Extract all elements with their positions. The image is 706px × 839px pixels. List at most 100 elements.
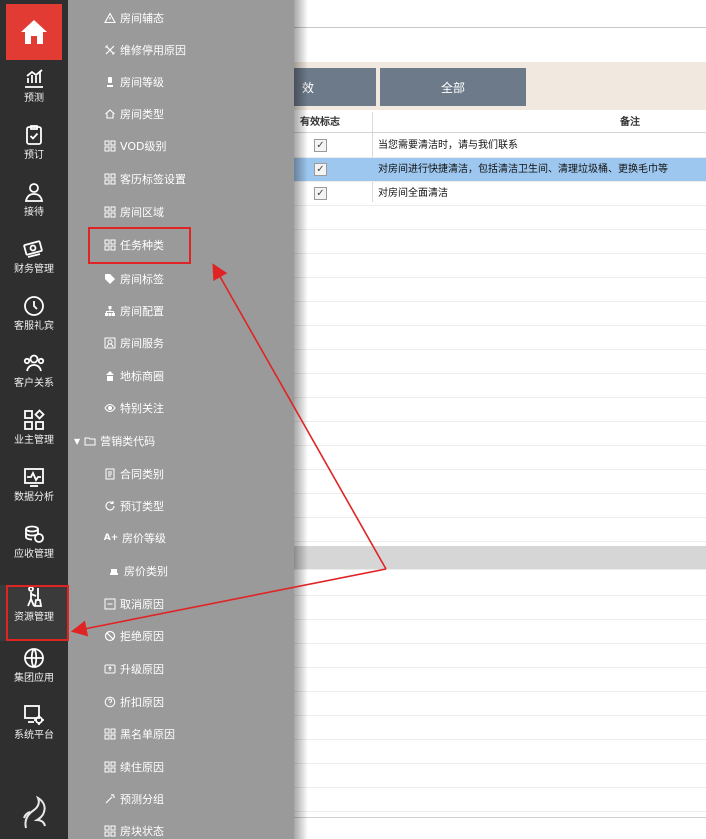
rail-item-analytics[interactable]: 数据分析 xyxy=(0,465,68,521)
content-topbar xyxy=(294,0,706,28)
document-icon xyxy=(104,468,116,480)
column-header-remark[interactable]: 备注 xyxy=(620,112,640,133)
table-row-empty xyxy=(294,716,706,740)
rail-item-label: 预订 xyxy=(24,150,44,161)
submenu-item-label: 维修停用原因 xyxy=(120,44,186,57)
blocks-icon xyxy=(104,825,116,837)
refresh-icon xyxy=(104,500,116,512)
table-row-empty xyxy=(294,692,706,716)
minus-box-icon xyxy=(104,598,116,610)
column-header-active-flag[interactable]: 有效标志 xyxy=(300,112,340,133)
submenu-item-block-status[interactable]: 房块状态 xyxy=(68,815,294,839)
table-row[interactable]: ✓ 当您需要清洁时，请与我们联系 xyxy=(294,134,706,158)
submenu-item-label: 房间服务 xyxy=(120,337,164,350)
submenu-item-label: 营销类代码 xyxy=(100,435,156,448)
caret-down-icon[interactable]: ▼ xyxy=(74,437,80,446)
submenu-item-label: 合同类别 xyxy=(120,468,164,481)
rail-item-label: 系统平台 xyxy=(14,730,54,741)
globe-icon xyxy=(24,648,44,668)
status-bar xyxy=(294,817,706,839)
ban-icon xyxy=(104,630,116,642)
submenu-item-vod-level[interactable]: VOD级别 xyxy=(68,130,294,162)
clipboard-check-icon xyxy=(26,125,42,145)
table-row-empty xyxy=(294,668,706,692)
eye-icon xyxy=(104,402,116,414)
submenu-item-forecast-group[interactable]: 预测分组 xyxy=(68,783,294,815)
house-icon xyxy=(104,108,116,120)
rail-item-system[interactable]: 系统平台 xyxy=(0,703,68,759)
submenu-item-landmarks[interactable]: 地标商圈 xyxy=(68,360,294,392)
rail-item-concierge[interactable]: 客服礼宾 xyxy=(0,294,68,350)
submenu-item-room-area[interactable]: 房间区域 xyxy=(68,196,294,228)
submenu-item-reject-reason[interactable]: 拒绝原因 xyxy=(68,620,294,652)
folder-icon xyxy=(84,435,96,447)
submenu-item-contract-category[interactable]: 合同类别 xyxy=(68,458,294,490)
table-row-empty xyxy=(294,596,706,620)
submenu-item-room-grade[interactable]: 房间等级 xyxy=(68,66,294,98)
tools-icon xyxy=(104,44,116,56)
logo-icon xyxy=(23,795,46,829)
submenu-group-marketing-codes[interactable]: ▼ 营销类代码 xyxy=(68,425,294,457)
active-checkbox[interactable]: ✓ xyxy=(314,163,327,176)
rail-item-booking[interactable]: 预订 xyxy=(0,123,68,179)
home-button[interactable] xyxy=(6,4,62,60)
submenu-item-room-tags[interactable]: 房间标签 xyxy=(68,263,294,295)
rail-item-crm[interactable]: 客户关系 xyxy=(0,351,68,407)
rail-item-group[interactable]: 集团应用 xyxy=(0,646,68,702)
submenu-item-label: 房间等级 xyxy=(120,76,164,89)
rail-item-owner[interactable]: 业主管理 xyxy=(0,408,68,464)
active-checkbox[interactable]: ✓ xyxy=(314,139,327,152)
table-row-empty xyxy=(294,350,706,374)
table-row-empty xyxy=(294,206,706,230)
money-icon xyxy=(23,240,43,258)
submenu-item-label: 房间区域 xyxy=(120,206,164,219)
submenu-item-upgrade-reason[interactable]: 升级原因 xyxy=(68,653,294,685)
filter-active-button[interactable]: 效 xyxy=(294,68,376,106)
table-row-empty xyxy=(294,230,706,254)
submenu-item-special-attention[interactable]: 特别关注 xyxy=(68,392,294,424)
apps-icon xyxy=(104,206,116,218)
submenu-item-label: 房价等级 xyxy=(122,532,166,545)
pulse-icon xyxy=(24,468,44,487)
rail-item-finance[interactable]: 财务管理 xyxy=(0,237,68,293)
submenu-item-booking-type[interactable]: 预订类型 xyxy=(68,490,294,522)
filter-all-button[interactable]: 全部 xyxy=(380,68,526,106)
apps-icon xyxy=(104,140,116,152)
submenu-item-room-substate[interactable]: 房间辅态 xyxy=(68,2,294,34)
submenu-item-extend-stay-reason[interactable]: 续住原因 xyxy=(68,751,294,783)
rail-item-receivables[interactable]: 应收管理 xyxy=(0,522,68,578)
submenu-item-discount-reason[interactable]: 折扣原因 xyxy=(68,686,294,718)
table-row-empty xyxy=(294,278,706,302)
submenu-item-room-config[interactable]: 房间配置 xyxy=(68,295,294,327)
rail-item-reception[interactable]: 接待 xyxy=(0,180,68,236)
table-row-empty xyxy=(294,644,706,668)
submenu-item-room-service[interactable]: 房间服务 xyxy=(68,327,294,359)
submenu-item-label: 特别关注 xyxy=(120,402,164,415)
main-nav-rail: 预测 预订 接待 财务管理 客服礼宾 客户关系 业主管理 数据分析 应收管理 资… xyxy=(0,0,68,839)
resource-submenu: 房间辅态 维修停用原因 房间等级 房间类型 VOD级别 客历标签设置 房间区域 … xyxy=(68,0,294,839)
submenu-item-blacklist-reason[interactable]: 黑名单原因 xyxy=(68,718,294,750)
rail-item-forecast[interactable]: 预测 xyxy=(0,66,68,122)
table-row-selected[interactable]: ✓ 对房间进行快捷清洁，包括清洁卫生间、清理垃圾桶、更换毛巾等 xyxy=(294,158,706,182)
annotation-box-task-type xyxy=(88,227,191,264)
table-row-empty xyxy=(294,620,706,644)
submenu-item-rate-grade[interactable]: A+ 房价等级 xyxy=(68,522,294,554)
submenu-item-guest-history-tags[interactable]: 客历标签设置 xyxy=(68,163,294,195)
submenu-item-label: 折扣原因 xyxy=(120,696,164,709)
chart-icon xyxy=(25,69,43,88)
warning-icon xyxy=(104,12,116,24)
rail-item-label: 接待 xyxy=(24,207,44,218)
submenu-item-rate-category[interactable]: 房价类别 xyxy=(68,555,294,587)
table-row-empty xyxy=(294,446,706,470)
submenu-item-cancel-reason[interactable]: 取消原因 xyxy=(68,588,294,620)
submenu-item-maintenance-reason[interactable]: 维修停用原因 xyxy=(68,34,294,66)
rail-item-label: 财务管理 xyxy=(14,264,54,275)
table-row-empty xyxy=(294,494,706,518)
apps-icon xyxy=(104,173,116,185)
submenu-item-room-type[interactable]: 房间类型 xyxy=(68,98,294,130)
table-row-empty xyxy=(294,740,706,764)
table-row-empty xyxy=(294,374,706,398)
table-row[interactable]: ✓ 对房间全面清洁 xyxy=(294,182,706,206)
active-checkbox[interactable]: ✓ xyxy=(314,187,327,200)
grid-icon xyxy=(24,409,45,430)
